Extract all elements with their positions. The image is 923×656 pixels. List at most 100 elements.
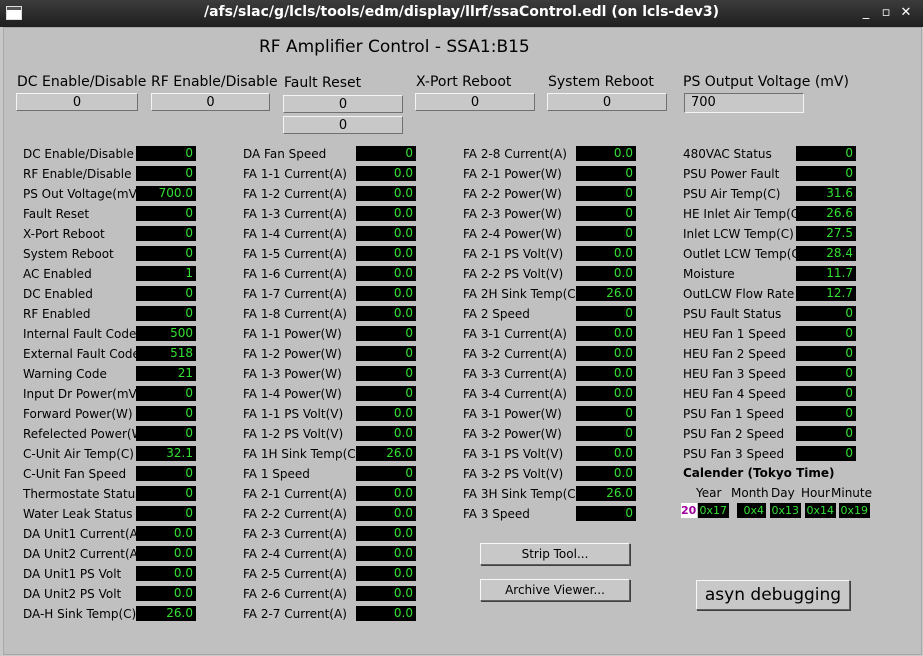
readback-value: 26.0	[136, 606, 196, 621]
readback-value: 0	[356, 466, 416, 481]
readback-label: FA 2-2 Current(A)	[243, 507, 347, 521]
readback-value: 0	[136, 406, 196, 421]
readback-label: Outlet LCW Temp(C)	[683, 247, 805, 261]
readback-value: 0.0	[356, 306, 416, 321]
readback-value: 0.0	[356, 286, 416, 301]
readback-label: FA 1-6 Current(A)	[243, 267, 347, 281]
readback-label: FA 1-2 Current(A)	[243, 187, 347, 201]
readback-label: DA Fan Speed	[243, 147, 327, 161]
calendar-header-month: Month	[731, 486, 769, 500]
edm-display-panel: RF Amplifier Control - SSA1:B15 DC Enabl…	[3, 27, 922, 655]
readback-label: FA 1-2 PS Volt(V)	[243, 427, 344, 441]
readback-value: 0	[576, 186, 636, 201]
readback-label: FA 1H Sink Temp(C)	[243, 447, 361, 461]
dc-enable-label: DC Enable/Disable	[17, 74, 147, 90]
readback-value: 0	[136, 246, 196, 261]
readback-value: 0.0	[576, 246, 636, 261]
window-titlebar[interactable]: /afs/slac/g/lcls/tools/edm/display/llrf/…	[0, 0, 923, 27]
readback-label: FA 1-4 Power(W)	[243, 387, 342, 401]
readback-value: 12.7	[796, 286, 856, 301]
close-icon[interactable]: ✕	[898, 4, 914, 22]
rf-enable-button[interactable]: 0	[151, 93, 270, 111]
readback-value: 0	[796, 386, 856, 401]
readback-value: 0	[796, 406, 856, 421]
readback-value: 26.6	[796, 206, 856, 221]
asyn-debugging-button[interactable]: asyn debugging	[696, 580, 850, 610]
readback-value: 0	[576, 426, 636, 441]
readback-value: 0	[356, 366, 416, 381]
readback-value: 0	[136, 306, 196, 321]
readback-label: FA 1-1 Power(W)	[243, 327, 342, 341]
readback-value: 0.0	[356, 506, 416, 521]
readback-value: 500	[136, 326, 196, 341]
xport-reboot-label: X-Port Reboot	[416, 74, 512, 90]
calendar-header-day: Day	[771, 486, 795, 500]
readback-value: 26.0	[576, 486, 636, 501]
readback-value: 700.0	[136, 186, 196, 201]
readback-label: FA 2-4 Current(A)	[243, 547, 347, 561]
readback-value: 0.0	[356, 206, 416, 221]
readback-label: HEU Fan 3 Speed	[683, 367, 786, 381]
readback-label: FA 1-8 Current(A)	[243, 307, 347, 321]
readback-label: FA 2H Sink Temp(C	[463, 287, 576, 301]
xport-reboot-button[interactable]: 0	[415, 93, 535, 111]
calendar-month-value: 0x4	[737, 503, 766, 518]
readback-value: 0	[796, 446, 856, 461]
strip-tool-button[interactable]: Strip Tool...	[480, 543, 630, 565]
fault-reset-label: Fault Reset	[284, 75, 362, 91]
readback-value: 1	[136, 266, 196, 281]
calendar-minute-value: 0x19	[839, 503, 870, 518]
system-reboot-label: System Reboot	[548, 74, 654, 90]
fault-reset-button[interactable]: 0	[283, 95, 403, 113]
readback-label: DC Enabled	[23, 287, 93, 301]
readback-value: 0	[576, 166, 636, 181]
readback-value: 0	[136, 226, 196, 241]
readback-value: 0.0	[576, 366, 636, 381]
readback-value: 0	[136, 166, 196, 181]
readback-value: 0.0	[136, 566, 196, 581]
readback-value: 0.0	[136, 526, 196, 541]
ps-output-voltage-input[interactable]: 700	[684, 93, 804, 113]
readback-value: 0	[136, 486, 196, 501]
readback-value: 32.1	[136, 446, 196, 461]
readback-label: FA 2-6 Current(A)	[243, 587, 347, 601]
readback-label: HE Inlet Air Temp(C)	[683, 207, 804, 221]
readback-label: FA 3-4 Current(A)	[463, 387, 567, 401]
readback-value: 0	[796, 306, 856, 321]
readback-value: 0.0	[356, 566, 416, 581]
readback-label: HEU Fan 1 Speed	[683, 327, 786, 341]
readback-label: RF Enabled	[23, 307, 91, 321]
readback-value: 0	[576, 226, 636, 241]
readback-label: C-Unit Air Temp(C)	[23, 447, 134, 461]
readback-value: 0	[576, 206, 636, 221]
calendar-header-year: Year	[696, 486, 722, 500]
readback-label: Input Dr Power(mV)	[23, 387, 142, 401]
readback-label: Fault Reset	[23, 207, 90, 221]
calendar-header-hour: Hour	[801, 486, 830, 500]
minimize-icon[interactable]: _	[858, 4, 874, 22]
readback-label: X-Port Reboot	[23, 227, 105, 241]
readback-label: FA 2-3 Current(A)	[243, 527, 347, 541]
readback-value: 0.0	[576, 346, 636, 361]
maximize-icon[interactable]: ▫	[878, 4, 894, 22]
readback-label: Thermostate Status	[23, 487, 142, 501]
readback-label: System Reboot	[23, 247, 114, 261]
readback-label: FA 2-2 Power(W)	[463, 187, 562, 201]
readback-label: DA-H Sink Temp(C)	[23, 607, 137, 621]
readback-label: DA Unit1 PS Volt	[23, 567, 122, 581]
readback-value: 0.0	[356, 226, 416, 241]
archive-viewer-button[interactable]: Archive Viewer...	[480, 579, 630, 601]
readback-label: FA 2-7 Current(A)	[243, 607, 347, 621]
system-reboot-button[interactable]: 0	[547, 93, 667, 111]
readback-label: Inlet LCW Temp(C)	[683, 227, 794, 241]
readback-value: 0.0	[136, 586, 196, 601]
readback-value: 26.0	[356, 446, 416, 461]
readback-label: HEU Fan 4 Speed	[683, 387, 786, 401]
dc-enable-button[interactable]: 0	[16, 93, 138, 111]
readback-value: 0	[576, 306, 636, 321]
readback-label: Refelected Power(W	[23, 427, 144, 441]
fault-reset-button-2[interactable]: 0	[283, 116, 403, 134]
readback-label: FA 1 Speed	[243, 467, 310, 481]
readback-label: 480VAC Status	[683, 147, 772, 161]
readback-label: FA 2-3 Power(W)	[463, 207, 562, 221]
